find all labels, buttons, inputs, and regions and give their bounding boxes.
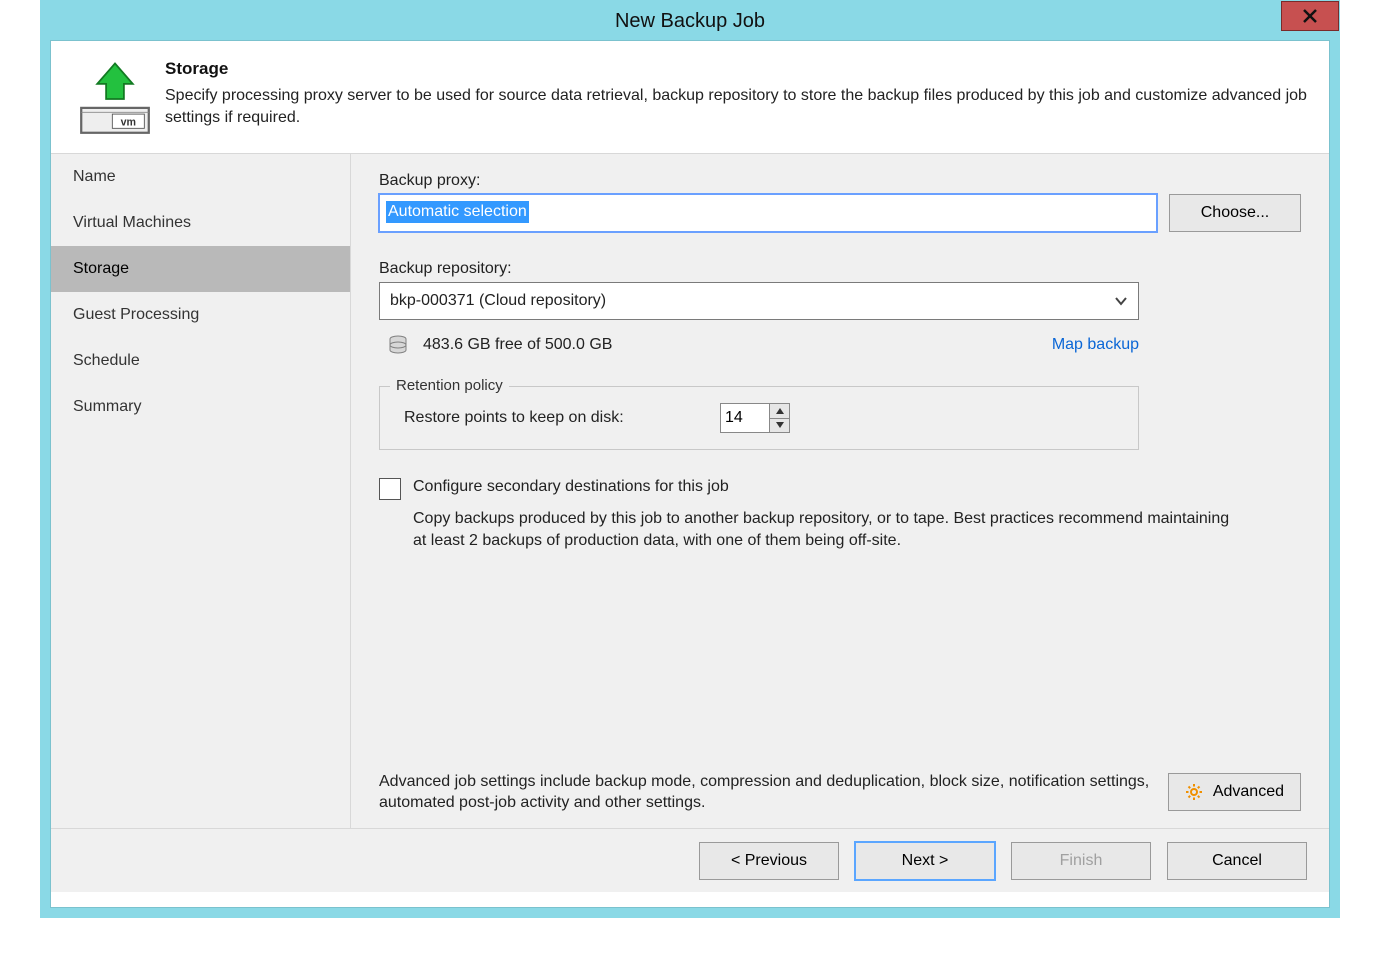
repository-size-text: 483.6 GB free of 500.0 GB — [423, 336, 612, 354]
gear-icon — [1185, 783, 1203, 801]
backup-repository-select[interactable]: bkp-000371 (Cloud repository) — [379, 282, 1139, 320]
spinner-up-button[interactable] — [770, 404, 789, 418]
restore-points-input[interactable] — [721, 404, 769, 432]
database-icon — [387, 334, 409, 356]
sidebar-step-storage[interactable]: Storage — [51, 246, 350, 292]
wizard-sidebar: Name Virtual Machines Storage Guest Proc… — [51, 154, 351, 828]
sidebar-step-guest-processing[interactable]: Guest Processing — [51, 292, 350, 338]
finish-button: Finish — [1011, 842, 1151, 880]
header-icon-slot: vm — [65, 59, 165, 139]
wizard-footer: < Previous Next > Finish Cancel — [51, 828, 1329, 892]
window-title: New Backup Job — [615, 10, 765, 32]
columns: Name Virtual Machines Storage Guest Proc… — [51, 154, 1329, 828]
close-icon — [1303, 9, 1317, 23]
page-description: Specify processing proxy server to be us… — [165, 85, 1315, 128]
dialog-body: vm Storage Specify processing proxy serv… — [51, 41, 1329, 907]
caret-up-icon — [776, 408, 784, 414]
sidebar-step-name[interactable]: Name — [51, 154, 350, 200]
next-button[interactable]: Next > — [855, 842, 995, 880]
backup-repository-value: bkp-000371 (Cloud repository) — [390, 292, 606, 310]
chevron-down-icon — [1114, 294, 1128, 308]
previous-button[interactable]: < Previous — [699, 842, 839, 880]
backup-repository-label: Backup repository: — [379, 260, 1301, 278]
caret-down-icon — [776, 422, 784, 428]
sidebar-step-summary[interactable]: Summary — [51, 384, 350, 430]
spinner-down-button[interactable] — [770, 418, 789, 433]
map-backup-link[interactable]: Map backup — [1052, 336, 1139, 354]
restore-points-stepper[interactable] — [720, 403, 790, 433]
advanced-button[interactable]: Advanced — [1168, 773, 1301, 811]
cancel-button[interactable]: Cancel — [1167, 842, 1307, 880]
advanced-button-label: Advanced — [1213, 783, 1284, 801]
retention-policy-legend: Retention policy — [390, 377, 509, 394]
page-title: Storage — [165, 59, 1315, 79]
dialog-window: New Backup Job vm — [40, 0, 1340, 918]
backup-proxy-input[interactable]: Automatic selection — [379, 194, 1157, 232]
svg-text:vm: vm — [121, 117, 136, 129]
backup-proxy-value: Automatic selection — [386, 201, 529, 223]
page-header: vm Storage Specify processing proxy serv… — [51, 41, 1329, 154]
secondary-destinations-checkbox[interactable] — [379, 478, 401, 500]
retention-policy-group: Retention policy Restore points to keep … — [379, 386, 1139, 450]
choose-proxy-button[interactable]: Choose... — [1169, 194, 1301, 232]
backup-storage-icon: vm — [70, 59, 160, 139]
secondary-destinations-hint: Copy backups produced by this job to ano… — [413, 508, 1243, 553]
sidebar-step-schedule[interactable]: Schedule — [51, 338, 350, 384]
title-bar: New Backup Job — [41, 1, 1339, 41]
main-panel: Backup proxy: Automatic selection Choose… — [351, 154, 1329, 828]
backup-proxy-label: Backup proxy: — [379, 172, 1301, 190]
restore-points-label: Restore points to keep on disk: — [404, 409, 624, 427]
sidebar-step-virtual-machines[interactable]: Virtual Machines — [51, 200, 350, 246]
secondary-destinations-label: Configure secondary destinations for thi… — [413, 478, 729, 496]
close-button[interactable] — [1281, 1, 1339, 31]
advanced-description: Advanced job settings include backup mod… — [379, 771, 1152, 814]
